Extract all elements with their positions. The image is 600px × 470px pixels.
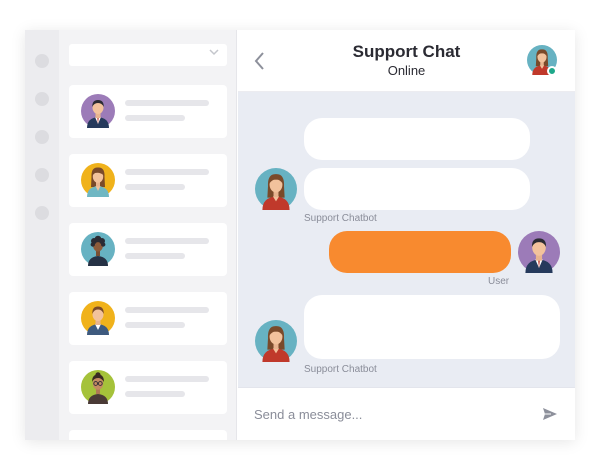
contact-card[interactable]	[69, 292, 227, 345]
contact-card[interactable]	[69, 85, 227, 138]
contact-avatar	[81, 370, 115, 404]
contact-avatar	[81, 301, 115, 335]
message-list: Support Chatbot User Support Chatbot	[238, 92, 575, 387]
sender-label: Support Chatbot	[304, 213, 377, 224]
contact-name-placeholder	[125, 169, 209, 175]
contact-name-placeholder	[125, 307, 209, 313]
contact-avatar	[81, 94, 115, 128]
contact-card[interactable]	[69, 430, 227, 440]
rail-nav-item[interactable]	[35, 54, 49, 68]
send-icon[interactable]	[542, 406, 558, 422]
contact-name-placeholder	[125, 376, 209, 382]
rail-nav-item[interactable]	[35, 130, 49, 144]
contacts-filter-dropdown[interactable]	[69, 44, 227, 66]
sender-label: User	[488, 276, 510, 287]
contact-name-placeholder	[125, 238, 209, 244]
chat-status: Online	[387, 63, 426, 78]
message-input[interactable]	[254, 402, 524, 426]
chevron-down-icon	[209, 49, 219, 56]
message-composer	[238, 387, 575, 440]
contact-card[interactable]	[69, 154, 227, 207]
contact-card[interactable]	[69, 223, 227, 276]
contacts-panel	[59, 30, 237, 440]
rail-nav-item[interactable]	[35, 206, 49, 220]
online-status-icon	[547, 66, 557, 76]
rail-nav-item[interactable]	[35, 92, 49, 106]
bot-message-bubble	[304, 168, 530, 210]
contact-preview-placeholder	[125, 391, 185, 397]
chatbot-avatar	[255, 168, 297, 210]
contact-preview-placeholder	[125, 253, 185, 259]
user-message-bubble	[329, 231, 511, 273]
chat-title: Support Chat	[352, 42, 461, 61]
chat-header: Support Chat Online	[238, 30, 575, 92]
bot-message-bubble	[304, 118, 530, 160]
chat-panel: Support Chat Online Support Chatbot User…	[238, 30, 575, 440]
contact-avatar	[81, 232, 115, 266]
app-rail	[25, 30, 59, 440]
contact-preview-placeholder	[125, 115, 185, 121]
contact-name-placeholder	[125, 100, 209, 106]
sender-label: Support Chatbot	[304, 364, 377, 375]
contact-preview-placeholder	[125, 184, 185, 190]
rail-nav-item[interactable]	[35, 168, 49, 182]
chat-app-window: Support Chat Online Support Chatbot User…	[25, 30, 575, 440]
contact-avatar	[81, 163, 115, 197]
contact-preview-placeholder	[125, 322, 185, 328]
contact-card[interactable]	[69, 361, 227, 414]
bot-message-bubble	[304, 295, 560, 359]
user-avatar	[518, 231, 560, 273]
chatbot-avatar	[255, 320, 297, 362]
